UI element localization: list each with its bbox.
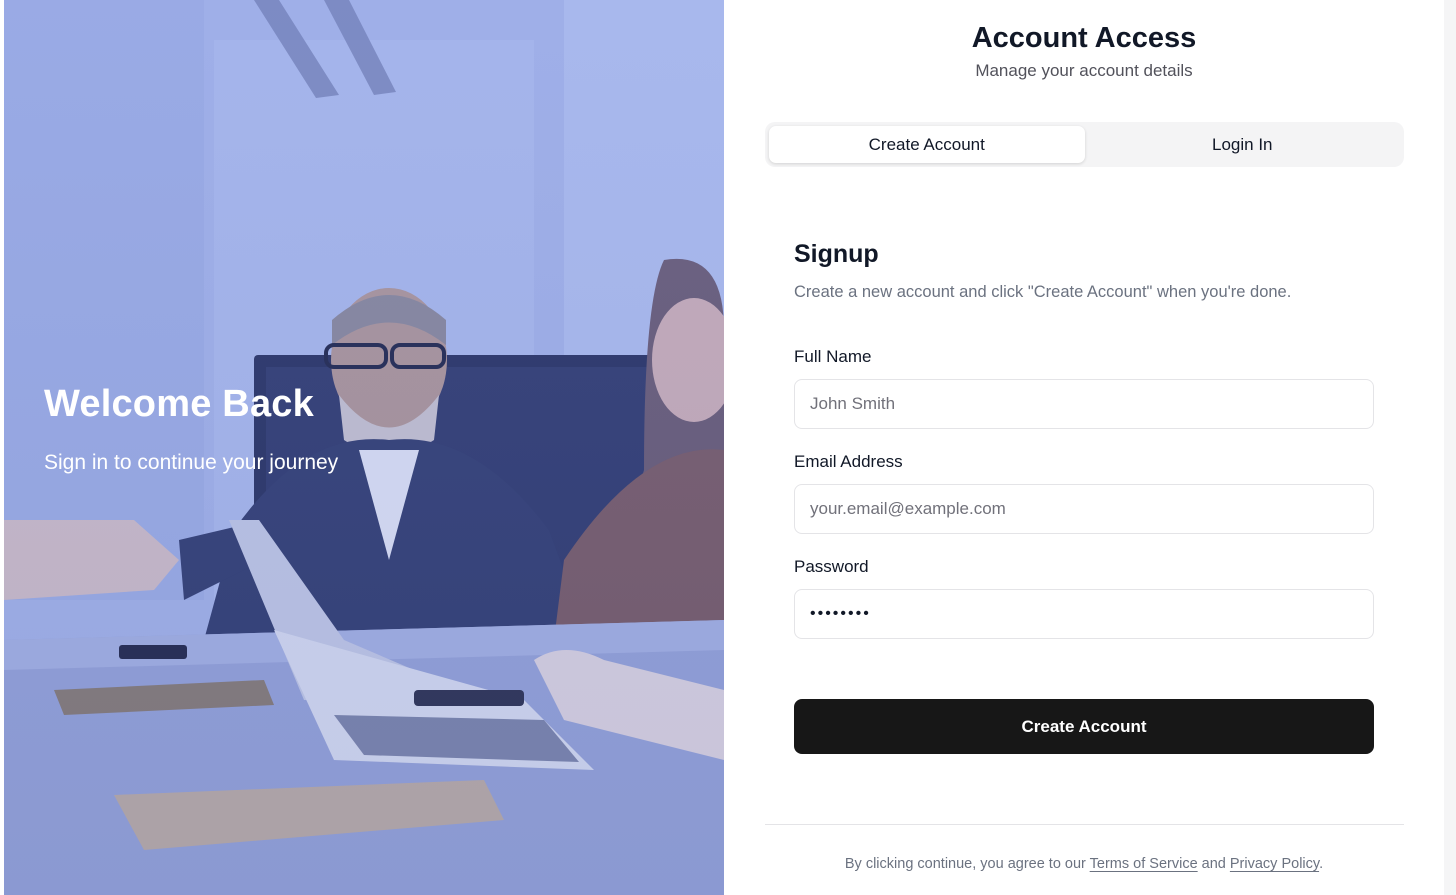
auth-tabs: Create Account Login In <box>765 122 1404 167</box>
hero-subtitle: Sign in to continue your journey <box>44 451 339 474</box>
password-label: Password <box>794 557 869 576</box>
email-label: Email Address <box>794 452 903 471</box>
legal-suffix: . <box>1319 856 1324 872</box>
form-title: Signup <box>794 240 879 268</box>
legal-prefix: By clicking continue, you agree to our <box>844 856 1090 872</box>
legal-joiner: and <box>1197 856 1230 872</box>
page-subtitle: Manage your account details <box>975 61 1193 80</box>
hero-overlay <box>4 0 724 895</box>
hero-title: Welcome Back <box>44 383 314 425</box>
full-name-label: Full Name <box>794 347 872 366</box>
tab-create-account[interactable]: Create Account <box>769 126 1085 163</box>
legal-notice: By clicking continue, you agree to our T… <box>724 856 1444 872</box>
privacy-policy-link[interactable]: Privacy Policy <box>1230 856 1319 872</box>
full-name-input[interactable] <box>794 379 1374 429</box>
scrollbar-track[interactable] <box>1444 0 1456 895</box>
create-account-button[interactable]: Create Account <box>794 699 1374 754</box>
footer-divider <box>765 824 1404 825</box>
hero-panel: Welcome Back Sign in to continue your jo… <box>4 0 724 895</box>
email-input[interactable] <box>794 484 1374 534</box>
form-description: Create a new account and click "Create A… <box>794 283 1292 301</box>
page-title: Account Access <box>971 22 1197 54</box>
account-panel: Account Access Manage your account detai… <box>724 0 1444 895</box>
password-input[interactable] <box>794 589 1374 639</box>
tab-login[interactable]: Login In <box>1085 126 1401 163</box>
terms-of-service-link[interactable]: Terms of Service <box>1090 856 1198 872</box>
